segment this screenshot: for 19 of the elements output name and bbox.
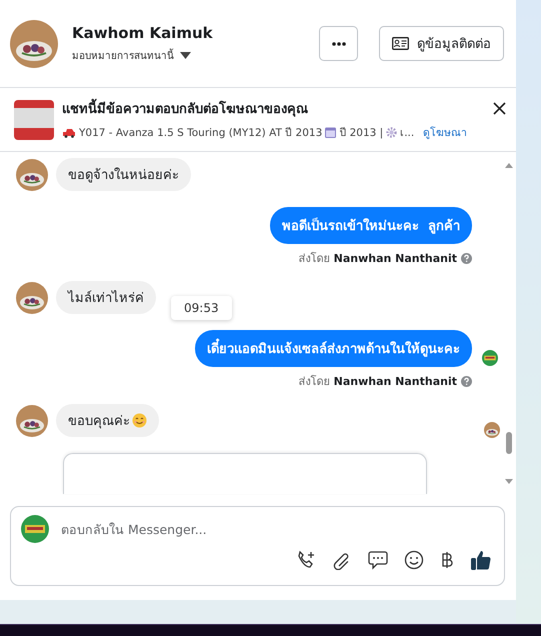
contact-name: Kawhom Kaimuk [72, 24, 214, 42]
timestamp-tooltip: 09:53 [171, 296, 232, 320]
ad-reply-title: แชทนี้มีข้อความตอบกลับต่อโฆษณาของคุณ [62, 98, 308, 119]
message-bubble: พอดีเป็นรถเข้าใหม่นะคะ ลูกค้า [270, 207, 472, 244]
ad-detail-text: เ... [400, 126, 414, 141]
ad-detail-text: Y017 - Avanza 1.5 S Touring (MY12) AT ปี 2013 [79, 126, 322, 141]
message-bubble: ขอดูจ้างในหน่อยค่ะ [56, 158, 191, 191]
sender-label: ส่งโดย [298, 374, 330, 390]
message-bubble: ขอบคุณค่ะ [56, 404, 159, 437]
message-bubble: เดี๋ยวแอดมินแจ้งเซลล์ส่งภาพด้านในให้ดูนะคะ [195, 330, 472, 367]
view-ad-link[interactable]: ดูโฆษณา [423, 124, 468, 141]
sender-name: Nanwhan Nanthanit [334, 252, 457, 264]
sender-name: Nanwhan Nanthanit [334, 374, 457, 388]
message-bubble: ไมล์เท่าไหร่ค่ [56, 281, 156, 314]
view-contact-button[interactable]: ดูข้อมูลติดต่อ [379, 26, 504, 61]
reply-field[interactable]: ตอบกลับใน Messenger... [61, 522, 494, 536]
assign-conversation-dropdown[interactable]: มอบหมายการสนทนานี้ [72, 48, 319, 63]
sender-label: ส่งโดย [298, 251, 330, 267]
ad-detail-text: ปี 2013 | [339, 126, 384, 141]
